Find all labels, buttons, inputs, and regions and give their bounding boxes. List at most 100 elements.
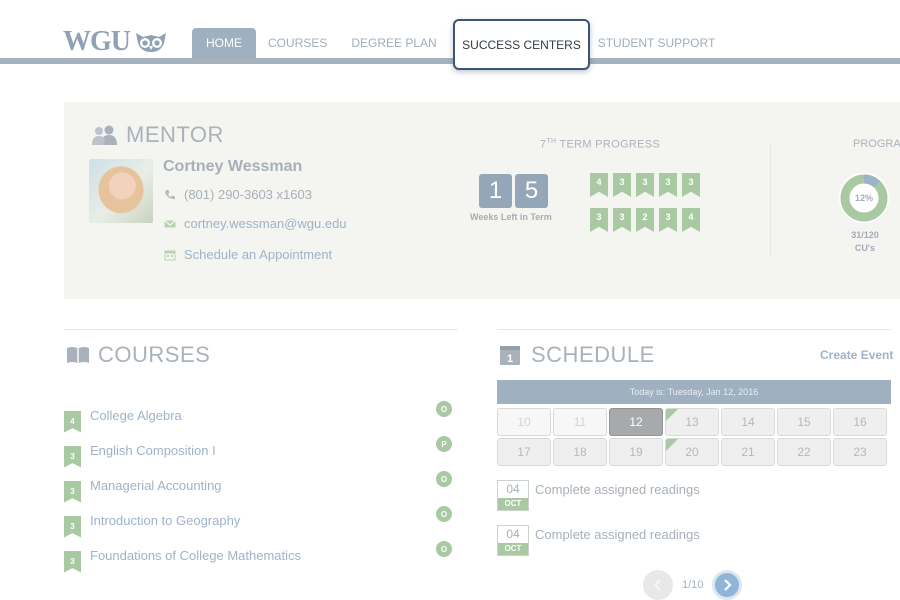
course-name[interactable]: College Algebra (90, 408, 182, 423)
calendar-grid: 10 11 12 13 14 15 16 17 18 19 20 21 22 2… (497, 408, 891, 466)
course-status-badge: P (436, 436, 452, 452)
term-courses-row-1: 4 3 3 3 3 (590, 173, 700, 197)
term-progress-title: 7TH TERM PROGRESS (540, 138, 660, 151)
course-units-flag: 3 (659, 173, 677, 197)
today-bar: Today is: Tuesday, Jan 12, 2016 (497, 380, 891, 404)
weeks-left-counter: 1 5 (479, 174, 548, 208)
term-courses-row-2: 3 3 2 3 4 (590, 208, 700, 232)
mentor-heading: MENTOR (90, 122, 224, 148)
course-units-flag: 2 (636, 208, 654, 232)
course-units-flag: 3 (590, 208, 608, 232)
course-status-badge: O (436, 471, 452, 487)
next-page-button[interactable] (712, 570, 743, 600)
event-pager: 1/10 (643, 570, 743, 600)
calendar-day[interactable]: 18 (553, 438, 607, 466)
program-progress-title: PROGRA (853, 138, 900, 150)
course-item[interactable]: 3 English Composition I P (64, 433, 454, 468)
calendar-day[interactable]: 11 (553, 408, 607, 436)
nav-courses[interactable]: COURSES (256, 28, 339, 58)
calendar-day-today[interactable]: 12 (609, 408, 663, 436)
mentor-name: Cortney Wessman (163, 158, 303, 175)
course-item[interactable]: 3 Foundations of College Mathematics O (64, 538, 454, 573)
schedule-divider (497, 329, 891, 330)
calendar-day[interactable]: 16 (833, 408, 887, 436)
calendar-day[interactable]: 15 (777, 408, 831, 436)
chevron-right-icon (724, 579, 732, 591)
courses-title: COURSES (98, 342, 211, 367)
main-nav: HOME COURSES DEGREE PLAN STUDENT SUPPORT… (192, 19, 728, 70)
calendar-day[interactable]: 19 (609, 438, 663, 466)
mentor-email[interactable]: cortney.wessman@wgu.edu (164, 216, 347, 231)
appointment-link[interactable]: Schedule an Appointment (184, 247, 332, 262)
course-units-flag: 3 (636, 173, 654, 197)
course-units-flag: 3 (682, 173, 700, 197)
nav-degree-plan[interactable]: DEGREE PLAN (339, 28, 448, 58)
mentor-avatar (89, 159, 153, 223)
book-icon (67, 347, 89, 363)
course-list: 4 College Algebra O 3 English Compositio… (64, 398, 454, 573)
event-title[interactable]: Complete assigned readings (535, 527, 700, 542)
courses-heading: COURSES (66, 342, 210, 368)
course-units-flag: 3 (613, 208, 631, 232)
nav-student-support[interactable]: STUDENT SUPPORT (586, 28, 728, 58)
schedule-event[interactable]: 04 OCT Complete assigned readings (497, 480, 700, 511)
mentor-panel: MENTOR Cortney Wessman (801) 290-3603 x1… (64, 102, 900, 299)
weeks-left-label: Weeks Left in Term (470, 212, 552, 222)
calendar-day[interactable]: 13 (665, 408, 719, 436)
wgu-logo[interactable]: WGU (63, 26, 168, 58)
owl-icon (136, 33, 166, 52)
course-units-flag: 3 (613, 173, 631, 197)
event-title[interactable]: Complete assigned readings (535, 482, 700, 497)
course-item[interactable]: 3 Managerial Accounting O (64, 468, 454, 503)
course-name[interactable]: Managerial Accounting (90, 478, 222, 493)
panel-divider (770, 144, 771, 256)
weeks-digit: 5 (515, 174, 548, 208)
phone-text: (801) 290-3603 x1603 (184, 187, 312, 202)
event-date: 04 OCT (497, 525, 529, 556)
course-status-badge: O (436, 541, 452, 557)
nav-success-centers[interactable]: SUCCESS CENTERS (453, 19, 590, 70)
weeks-digit: 1 (479, 174, 512, 208)
course-status-badge: O (436, 506, 452, 522)
course-units-flag: 3 (64, 445, 81, 468)
calendar-day[interactable]: 22 (777, 438, 831, 466)
course-status-badge: O (436, 401, 452, 417)
nav-underline (0, 58, 900, 64)
course-name[interactable]: Foundations of College Mathematics (90, 548, 301, 563)
schedule-appointment[interactable]: Schedule an Appointment (164, 247, 332, 262)
people-icon (92, 125, 117, 145)
schedule-event[interactable]: 04 OCT Complete assigned readings (497, 525, 700, 556)
course-name[interactable]: English Composition I (90, 443, 216, 458)
calendar-day[interactable]: 23 (833, 438, 887, 466)
course-name[interactable]: Introduction to Geography (90, 513, 240, 528)
course-units-flag: 4 (682, 208, 700, 232)
email-link[interactable]: cortney.wessman@wgu.edu (184, 216, 347, 231)
schedule-heading: 1 SCHEDULE (499, 342, 655, 368)
mail-icon (164, 219, 176, 227)
event-date: 04 OCT (497, 480, 529, 511)
course-units-flag: 3 (659, 208, 677, 232)
prev-page-button[interactable] (643, 570, 673, 600)
courses-divider (64, 329, 458, 330)
calendar-day[interactable]: 10 (497, 408, 551, 436)
chevron-left-icon (653, 579, 661, 591)
calendar-day[interactable]: 21 (721, 438, 775, 466)
create-event-link[interactable]: Create Event (820, 348, 893, 362)
calendar-day-icon: 1 (500, 346, 520, 365)
course-units-flag: 3 (64, 480, 81, 503)
nav-home[interactable]: HOME (192, 28, 256, 58)
page: WGU HOME COURSES DEGREE PLAN STUDENT SUP… (0, 0, 900, 600)
course-item[interactable]: 3 Introduction to Geography O (64, 503, 454, 538)
course-item[interactable]: 4 College Algebra O (64, 398, 454, 433)
page-indicator: 1/10 (682, 579, 704, 591)
program-progress-donut: 12% (839, 173, 889, 223)
mentor-title: MENTOR (126, 122, 224, 147)
calendar-day[interactable]: 14 (721, 408, 775, 436)
calendar-day[interactable]: 17 (497, 438, 551, 466)
course-units-flag: 3 (64, 550, 81, 573)
calendar-day[interactable]: 20 (665, 438, 719, 466)
svg-text:1: 1 (507, 353, 513, 365)
mentor-phone: (801) 290-3603 x1603 (164, 187, 312, 202)
schedule-title: SCHEDULE (531, 342, 655, 367)
phone-icon (165, 189, 175, 199)
